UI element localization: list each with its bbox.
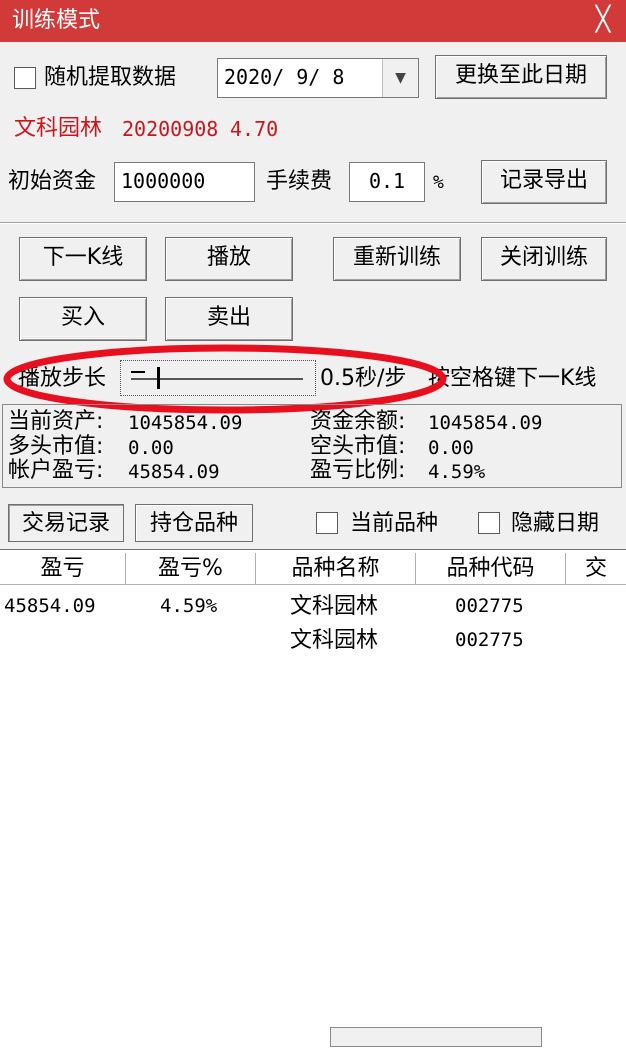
stock-price: 4.70: [230, 117, 279, 141]
stock-name: 文科园林: [14, 116, 103, 141]
next-k-button[interactable]: 下一K线: [19, 237, 147, 281]
change-date-button[interactable]: 更换至此日期: [435, 55, 607, 99]
stock-date: 20200908: [122, 117, 219, 141]
assets-label: 当前资产:: [8, 409, 104, 434]
cell-pnl: 45854.09: [4, 595, 96, 617]
cell-name: 文科园林: [290, 628, 379, 653]
random-label: 随机提取数据: [44, 65, 177, 90]
random-checkbox[interactable]: [14, 67, 36, 89]
cell-pnl-pct: 4.59%: [160, 595, 218, 617]
close-training-button[interactable]: 关闭训练: [481, 237, 607, 281]
play-button[interactable]: 播放: [165, 237, 293, 281]
long-value: 0.00: [128, 437, 174, 459]
cash-value: 1045854.09: [428, 412, 543, 434]
cell-name: 文科园林: [290, 594, 379, 619]
pnl-pct-label: 盈亏比例:: [310, 458, 406, 483]
long-label: 多头市值:: [8, 434, 104, 459]
cash-label: 资金余额:: [310, 409, 406, 434]
pnl-pct-value: 4.59%: [428, 461, 486, 483]
capital-label: 初始资金: [8, 169, 97, 194]
export-button[interactable]: 记录导出: [481, 160, 607, 204]
hide-date-checkbox[interactable]: [478, 512, 500, 534]
divider: [0, 222, 626, 224]
short-label: 空头市值:: [310, 434, 406, 459]
window-title: 训练模式: [12, 8, 101, 33]
fee-unit: %: [433, 172, 444, 193]
restart-button[interactable]: 重新训练: [333, 237, 461, 281]
tab-positions[interactable]: 持仓品种: [135, 504, 253, 542]
sell-button[interactable]: 卖出: [165, 297, 293, 341]
pnl-value: 45854.09: [128, 461, 220, 483]
assets-value: 1045854.09: [128, 412, 243, 434]
current-label: 当前品种: [350, 511, 439, 536]
buy-button[interactable]: 买入: [19, 297, 147, 341]
table-row[interactable]: 45854.09 4.59% 文科园林 002775: [0, 592, 626, 622]
cell-code: 002775: [455, 595, 524, 617]
current-checkbox[interactable]: [316, 512, 338, 534]
horizontal-scrollbar[interactable]: [330, 1027, 542, 1047]
cell-code: 002775: [455, 629, 524, 651]
column-header[interactable]: 盈亏%: [126, 553, 256, 585]
tab-records[interactable]: 交易记录: [8, 504, 124, 542]
column-header[interactable]: 盈亏: [0, 553, 126, 585]
chevron-down-icon[interactable]: ▼: [382, 59, 418, 97]
capital-input[interactable]: 1000000: [114, 162, 255, 202]
column-header[interactable]: 品种名称: [256, 553, 416, 585]
hide-date-label: 隐藏日期: [511, 511, 600, 536]
fee-input[interactable]: 0.1: [349, 162, 425, 202]
table-row[interactable]: 文科园林 002775: [0, 626, 626, 656]
fee-label: 手续费: [266, 169, 333, 194]
pnl-label: 帐户盈亏:: [8, 458, 104, 483]
column-header[interactable]: 交: [566, 553, 626, 585]
column-header[interactable]: 品种代码: [416, 553, 566, 585]
close-icon[interactable]: ╳: [588, 4, 618, 34]
date-value: 2020/ 9/ 8: [224, 65, 345, 89]
short-value: 0.00: [428, 437, 474, 459]
